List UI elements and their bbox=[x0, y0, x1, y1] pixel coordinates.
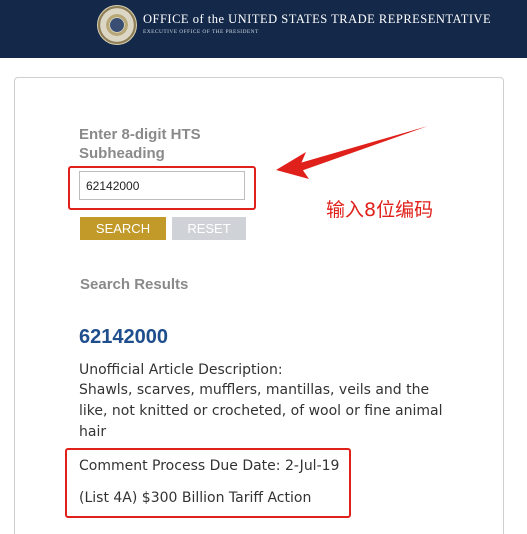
annotation-arrow-icon bbox=[276, 126, 428, 179]
annotation-text: 输入8位编码 bbox=[326, 199, 434, 221]
